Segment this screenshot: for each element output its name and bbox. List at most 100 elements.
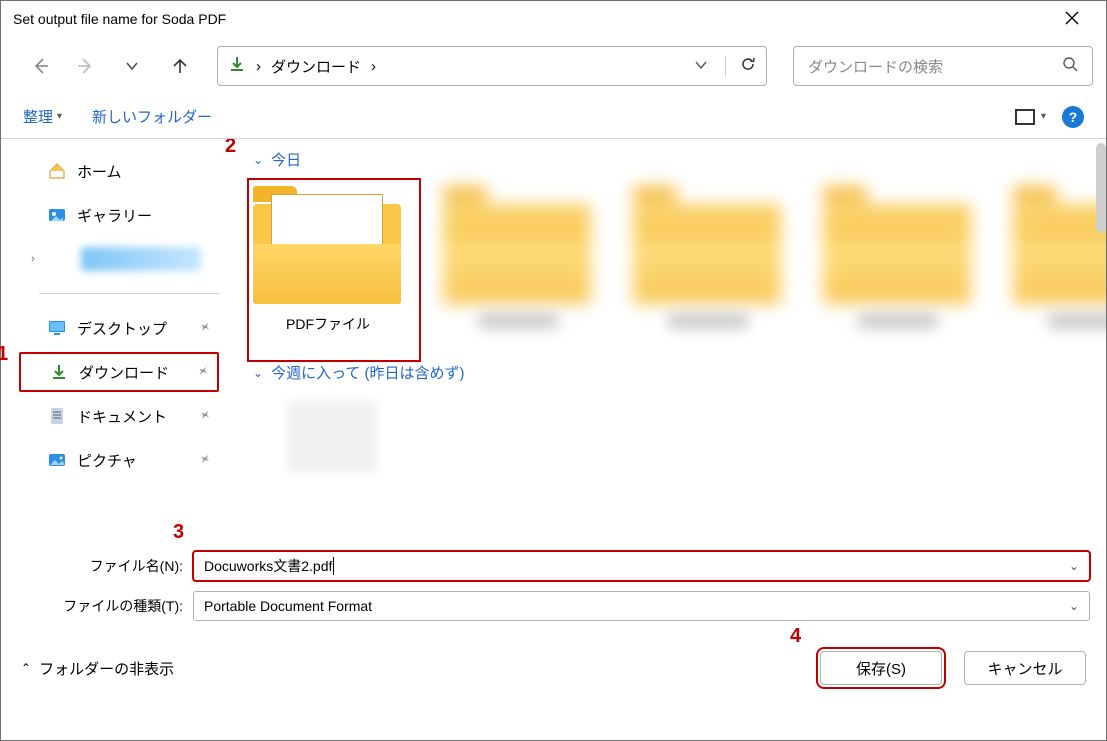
sidebar-label: ドキュメント: [77, 406, 167, 427]
group-today[interactable]: ⌄ 今日: [253, 149, 1088, 170]
filetype-value: Portable Document Format: [204, 598, 372, 614]
arrow-up-icon: [170, 56, 190, 76]
annotation-2: 2: [225, 139, 236, 158]
group-label: 今日: [271, 149, 301, 170]
chevron-down-icon[interactable]: ⌄: [1069, 599, 1079, 613]
filetype-row: ファイルの種類(T): Portable Document Format ⌄: [17, 589, 1090, 623]
sidebar-item-pictures[interactable]: ピクチャ: [19, 440, 219, 480]
search-box[interactable]: ダウンロードの検索: [793, 46, 1093, 86]
desktop-icon: [47, 318, 67, 338]
filetype-label: ファイルの種類(T):: [17, 596, 193, 616]
organize-menu[interactable]: 整理: [23, 106, 62, 127]
search-placeholder: ダウンロードの検索: [808, 56, 1062, 77]
annotation-4: 4: [790, 625, 801, 648]
chevron-down-icon: [695, 59, 707, 71]
footer: ⌃ フォルダーの非表示 4 保存(S) キャンセル: [1, 629, 1106, 685]
chevron-down-icon: ⌄: [253, 153, 263, 167]
search-icon: [1062, 56, 1078, 77]
thumbnail-row-thisweek: [253, 397, 1088, 497]
sidebar-item-downloads[interactable]: ダウンロード: [19, 352, 219, 392]
pin-icon[interactable]: [194, 362, 212, 382]
blurred-item: [81, 247, 201, 271]
window-title: Set output file name for Soda PDF: [13, 11, 1050, 27]
chevron-down-icon: [125, 59, 139, 73]
sidebar-label: ホーム: [77, 161, 122, 182]
back-button[interactable]: [21, 47, 59, 85]
view-mode-button[interactable]: ▾: [1015, 109, 1046, 125]
sidebar-item-desktop[interactable]: デスクトップ: [19, 308, 219, 348]
refresh-icon: [740, 56, 756, 72]
sidebar-label: ギャラリー: [77, 205, 152, 226]
save-label: 保存(S): [856, 658, 906, 679]
breadcrumb-sep2: ›: [371, 58, 376, 75]
new-folder-button[interactable]: 新しいフォルダー: [92, 106, 212, 127]
sidebar-item-user[interactable]: ›: [19, 239, 219, 279]
home-icon: [47, 161, 67, 181]
nav-bar: › ダウンロード › ダウンロードの検索: [1, 37, 1106, 95]
document-icon: [47, 406, 67, 426]
chevron-up-icon: ⌃: [21, 661, 31, 675]
folder-item-blurred[interactable]: [443, 184, 593, 334]
collapse-folders-button[interactable]: ⌃ フォルダーの非表示: [21, 658, 174, 679]
command-bar: 整理 新しいフォルダー ▾ ?: [1, 95, 1106, 139]
group-thisweek[interactable]: ⌄ 今週に入って (昨日は含めず): [253, 362, 1088, 383]
arrow-left-icon: [30, 56, 50, 76]
chevron-down-icon[interactable]: ⌄: [1069, 559, 1079, 573]
up-button[interactable]: [161, 47, 199, 85]
filename-input[interactable]: Docuworks文書2.pdf ⌄: [193, 551, 1090, 581]
address-bar[interactable]: › ダウンロード ›: [217, 46, 767, 86]
thumbnail-row-today: PDFファイル: [253, 184, 1088, 334]
file-item-blurred[interactable]: [285, 401, 380, 473]
expand-icon[interactable]: ›: [25, 253, 41, 265]
cancel-label: キャンセル: [987, 658, 1062, 679]
gallery-icon: [47, 205, 67, 225]
pictures-icon: [47, 450, 67, 470]
arrow-right-icon: [76, 56, 96, 76]
sidebar-label: デスクトップ: [77, 318, 167, 339]
annotation-1: 1: [0, 343, 8, 366]
file-pane[interactable]: 2 ⌄ 今日 PDFファイル: [223, 139, 1106, 539]
body-split: 1 ホーム ギャラリー › デスクトップ: [1, 139, 1106, 539]
scrollbar-vertical[interactable]: [1096, 143, 1106, 233]
sidebar-label: ダウンロード: [79, 362, 169, 383]
nav-sidebar: 1 ホーム ギャラリー › デスクトップ: [1, 139, 223, 539]
pin-icon[interactable]: [196, 318, 214, 338]
chevron-down-icon: ⌄: [253, 366, 263, 380]
folder-caption: PDFファイル: [286, 314, 370, 334]
filename-label: ファイル名(N):: [17, 556, 193, 576]
filename-value: Docuworks文書2.pdf: [204, 556, 332, 576]
view-icon: [1015, 109, 1035, 125]
filename-section: 3 ファイル名(N): Docuworks文書2.pdf ⌄ ファイルの種類(T…: [1, 539, 1106, 623]
pin-icon[interactable]: [196, 450, 214, 470]
filetype-select[interactable]: Portable Document Format ⌄: [193, 591, 1090, 621]
sidebar-label: ピクチャ: [77, 450, 137, 471]
save-button[interactable]: 保存(S): [820, 651, 942, 685]
cancel-button[interactable]: キャンセル: [964, 651, 1086, 685]
filename-row: ファイル名(N): Docuworks文書2.pdf ⌄: [17, 549, 1090, 583]
close-button[interactable]: [1050, 9, 1094, 30]
group-label: 今週に入って (昨日は含めず): [271, 362, 464, 383]
recent-dropdown[interactable]: [113, 47, 151, 85]
address-dropdown[interactable]: [695, 59, 707, 74]
sidebar-separator: [39, 293, 219, 294]
download-icon: [49, 362, 69, 382]
close-icon: [1065, 11, 1079, 25]
titlebar: Set output file name for Soda PDF: [1, 1, 1106, 37]
folder-item-pdf[interactable]: PDFファイル: [253, 184, 403, 334]
sidebar-item-gallery[interactable]: ギャラリー: [19, 195, 219, 235]
chevron-down-icon: ▾: [1041, 111, 1046, 122]
refresh-button[interactable]: [725, 56, 756, 77]
annotation-3: 3: [173, 521, 184, 544]
collapse-label: フォルダーの非表示: [39, 658, 174, 679]
folder-icon: [253, 184, 403, 304]
folder-item-blurred[interactable]: [1013, 184, 1106, 334]
download-icon: [228, 55, 246, 78]
sidebar-item-documents[interactable]: ドキュメント: [19, 396, 219, 436]
forward-button[interactable]: [67, 47, 105, 85]
pin-icon[interactable]: [196, 406, 214, 426]
folder-item-blurred[interactable]: [823, 184, 973, 334]
breadcrumb-current[interactable]: ダウンロード: [271, 56, 361, 77]
sidebar-item-home[interactable]: ホーム: [19, 151, 219, 191]
folder-item-blurred[interactable]: [633, 184, 783, 334]
help-button[interactable]: ?: [1062, 106, 1084, 128]
